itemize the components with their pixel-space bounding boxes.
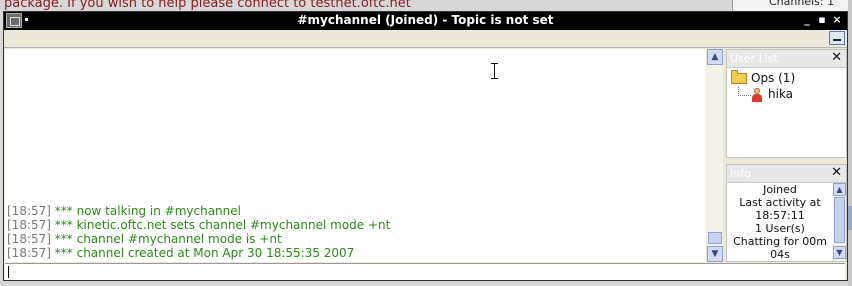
user-item-hika[interactable]: hika: [751, 87, 793, 102]
info-activity-label: Last activity at: [739, 196, 821, 209]
background-scrollbar: [848, 0, 852, 286]
user-list-close-icon[interactable]: ✕: [831, 50, 842, 65]
user-list-header: User List ✕: [727, 50, 846, 68]
info-content: Joined Last activity at 18:57:11 1 User(…: [727, 183, 833, 261]
chat-timestamp: [18:57]: [7, 204, 51, 218]
ops-group[interactable]: Ops (1): [731, 70, 796, 87]
user-icon: [751, 87, 763, 102]
chat-message: *** channel created at Mon Apr 30 18:55:…: [54, 246, 355, 260]
chat-scroll-up-button[interactable]: ▲: [707, 49, 723, 65]
chat-line: [18:57] *** kinetic.oftc.net sets channe…: [7, 218, 390, 232]
info-title: Info: [730, 167, 751, 180]
chat-message: *** kinetic.oftc.net sets channel #mycha…: [54, 218, 391, 232]
background-notice-text: package. If you wish to help please conn…: [4, 0, 411, 11]
ops-group-label: Ops (1): [751, 71, 796, 85]
info-status: Joined: [763, 183, 797, 196]
info-chatting-for: Chatting for 00m: [733, 235, 827, 248]
text-cursor-icon: [491, 63, 498, 79]
toolbar: [4, 30, 847, 48]
info-scrollbar[interactable]: ▲ ▼: [833, 183, 846, 261]
info-close-icon[interactable]: ✕: [831, 165, 842, 180]
info-user-count: 1 User(s): [755, 222, 805, 235]
chat-line: [18:57] *** now talking in #mychannel: [7, 204, 241, 218]
chat-log[interactable]: [18:57] *** now talking in #mychannel [1…: [5, 49, 706, 262]
restore-button[interactable]: ▪: [816, 13, 828, 27]
input-caret: [8, 266, 9, 278]
background-channels-text: Channels: 1: [769, 0, 835, 8]
chat-timestamp: [18:57]: [7, 232, 51, 246]
info-scroll-up-button[interactable]: ▲: [833, 183, 846, 196]
chat-line: [18:57] *** channel created at Mon Apr 3…: [7, 246, 354, 260]
info-scroll-thumb[interactable]: [834, 197, 845, 243]
toolbar-menu-button[interactable]: [829, 31, 845, 45]
title-bar[interactable]: #mychannel (Joined) - Topic is not set _…: [4, 12, 847, 30]
folder-icon: [731, 70, 747, 84]
chat-scroll-down-button[interactable]: ▼: [707, 246, 723, 262]
user-list-panel: User List ✕ Ops (1) hika: [726, 49, 847, 158]
tree-connector: [738, 87, 751, 96]
info-activity-time: 18:57:11: [755, 209, 805, 222]
info-header: Info ✕: [727, 165, 846, 183]
chat-timestamp: [18:57]: [7, 246, 51, 260]
info-panel: Info ✕ Joined Last activity at 18:57:11 …: [726, 164, 847, 262]
background-scrollbar-thumb[interactable]: [848, 206, 852, 230]
chat-message: *** channel #mychannel mode is +nt: [54, 232, 282, 246]
window-title: #mychannel (Joined) - Topic is not set: [297, 13, 554, 27]
user-name: hika: [768, 87, 794, 101]
chat-scroll-thumb[interactable]: [708, 232, 722, 244]
user-list-title: User List: [730, 52, 778, 65]
message-input[interactable]: [5, 263, 845, 280]
chat-message: *** now talking in #mychannel: [54, 204, 241, 218]
channel-window: #mychannel (Joined) - Topic is not set _…: [3, 11, 848, 281]
chat-line: [18:57] *** channel #mychannel mode is +…: [7, 232, 282, 246]
chat-timestamp: [18:57]: [7, 218, 51, 232]
info-chatting-seconds: 04s: [770, 248, 790, 261]
close-button[interactable]: ×: [831, 13, 843, 27]
chat-scrollbar[interactable]: ▲ ▼: [707, 49, 723, 262]
minimize-button[interactable]: _: [801, 13, 813, 27]
info-scroll-down-button[interactable]: ▼: [833, 246, 846, 259]
